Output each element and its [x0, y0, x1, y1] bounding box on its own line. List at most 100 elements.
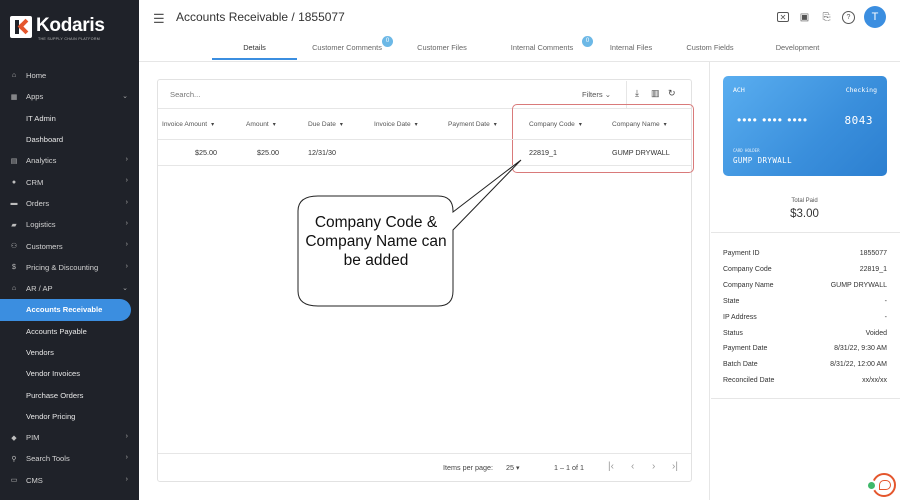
page-title: Accounts Receivable / 1855077 — [176, 10, 345, 24]
tab-customer-comments[interactable]: Customer Comments 0 — [297, 36, 397, 60]
tab-customer-files[interactable]: Customer Files — [397, 38, 487, 60]
hamburger-menu-icon[interactable]: ☰ — [153, 11, 165, 27]
sidebar-item-vendor-invoices[interactable]: Vendor Invoices — [0, 363, 139, 384]
sidebar-item-label: PIM — [26, 433, 40, 443]
first-page-icon[interactable]: |‹ — [608, 461, 614, 472]
items-per-page-select[interactable]: 25 ▾ — [506, 463, 520, 472]
column-header-label: Invoice Date — [374, 121, 411, 128]
column-header-due-date[interactable]: Due Date ▾ — [308, 121, 343, 128]
items-per-page-value: 25 — [506, 463, 514, 472]
sidebar-item-logistics[interactable]: ▰ Logistics › — [0, 214, 139, 235]
sidebar-item-pricing-discounting[interactable]: $ Pricing & Discounting › — [0, 257, 139, 278]
filters-button[interactable]: Filters ⌄ — [582, 90, 611, 99]
previous-page-icon[interactable]: ‹ — [631, 461, 634, 472]
columns-icon[interactable]: ▥ — [651, 88, 660, 99]
detail-value: - — [884, 297, 887, 305]
close-window-icon[interactable]: ✕ — [777, 12, 789, 22]
sidebar: Kodaris THE SUPPLY CHAIN PLATFORM ⌂ Home ▦… — [0, 0, 139, 500]
table-cell: $25.00 — [257, 148, 279, 157]
sidebar-item-label: Pricing & Discounting — [26, 262, 99, 272]
download-icon[interactable]: ⤓ — [635, 88, 639, 99]
sidebar-item-label: Dashboard — [26, 135, 64, 145]
detail-value: - — [884, 313, 887, 321]
tab-details[interactable]: Details — [212, 38, 297, 60]
detail-label: Payment ID — [723, 250, 760, 257]
tab-development[interactable]: Development — [755, 38, 840, 60]
tab-custom-fields[interactable]: Custom Fields — [665, 38, 755, 60]
sidebar-item-search-tools[interactable]: ⚲ Search Tools › — [0, 448, 139, 469]
count-badge: 0 — [382, 36, 393, 47]
chevron-right-icon: › — [125, 177, 128, 185]
sidebar-item-crm[interactable]: ● CRM › — [0, 171, 139, 192]
sidebar-item-it-admin[interactable]: IT Admin — [0, 108, 139, 129]
table-cell: 22819_1 — [529, 148, 557, 157]
sidebar-item-orders[interactable]: ▬ Orders › — [0, 193, 139, 214]
sidebar-item-label: Vendor Pricing — [26, 411, 76, 421]
sidebar-item-analytics[interactable]: ▤ Analytics › — [0, 150, 139, 171]
column-header-amount[interactable]: Amount ▾ — [246, 121, 276, 128]
tag-icon: ◆ — [11, 434, 17, 442]
analytics-icon: ▤ — [10, 157, 18, 165]
tab-internal-files[interactable]: Internal Files — [597, 38, 665, 60]
card-holder-label: CARD HOLDER — [733, 148, 760, 153]
detail-value: 8/31/22, 9:30 AM — [834, 345, 887, 353]
sidebar-item-pim[interactable]: ◆ PIM › — [0, 427, 139, 448]
sort-arrow-icon: ▾ — [272, 122, 276, 128]
last-page-icon[interactable]: ›| — [672, 461, 678, 472]
chevron-right-icon: › — [125, 262, 128, 270]
sidebar-item-label: Apps — [26, 92, 44, 102]
sidebar-item-apps[interactable]: ▦ Apps ⌄ — [0, 86, 139, 107]
sidebar-item-accounts-payable[interactable]: Accounts Payable — [0, 321, 139, 342]
avatar[interactable]: T — [864, 6, 886, 28]
column-header-company-name[interactable]: Company Name ▾ — [612, 121, 667, 128]
sort-arrow-icon: ▾ — [339, 122, 343, 128]
sort-arrow-icon: ▾ — [414, 122, 418, 128]
kodaris-logo[interactable]: Kodaris THE SUPPLY CHAIN PLATFORM — [10, 14, 134, 44]
detail-row-reconciled-date: Reconciled Date xx/xx/xx — [723, 377, 887, 384]
sidebar-item-dashboard[interactable]: Dashboard — [0, 129, 139, 150]
sidebar-item-vendors[interactable]: Vendors — [0, 342, 139, 363]
attachment-icon[interactable]: ⎘ — [820, 11, 833, 24]
online-status-dot — [866, 480, 877, 491]
column-header-invoice-amount[interactable]: Invoice Amount ▾ — [162, 121, 214, 128]
customers-icon: ⚇ — [10, 243, 18, 251]
detail-value: Voided — [865, 329, 887, 337]
column-header-payment-date[interactable]: Payment Date ▾ — [448, 121, 497, 128]
detail-row-status: Status Voided — [723, 330, 887, 337]
total-paid-label: Total Paid — [791, 198, 818, 204]
sort-arrow-icon: ▾ — [493, 122, 497, 128]
sidebar-item-customers[interactable]: ⚇ Customers › — [0, 235, 139, 256]
sidebar-item-home[interactable]: ⌂ Home — [0, 65, 139, 86]
column-header-label: Invoice Amount — [162, 121, 208, 128]
crm-icon: ● — [11, 178, 17, 186]
sidebar-item-ar-ap[interactable]: ⌂ AR / AP ⌄ — [0, 278, 139, 299]
archive-icon[interactable]: ▣ — [798, 11, 811, 24]
next-page-icon[interactable]: › — [652, 461, 655, 472]
card-last4: 8043 — [844, 114, 873, 127]
bank-icon: ⌂ — [11, 285, 17, 293]
column-header-company-code[interactable]: Company Code ▾ — [529, 121, 582, 128]
tab-label: Development — [775, 43, 820, 52]
card-masked-number: •••• •••• •••• — [737, 113, 809, 127]
refresh-icon[interactable]: ↻ — [668, 88, 676, 99]
detail-value: xx/xx/xx — [862, 377, 887, 385]
sidebar-item-cms[interactable]: ▭ CMS › — [0, 470, 139, 491]
cms-icon: ▭ — [10, 477, 18, 485]
detail-tabs: Details Customer Comments 0 Customer Files I… — [212, 36, 840, 60]
help-icon[interactable]: ? — [842, 10, 855, 24]
search-input[interactable]: Search... — [170, 90, 200, 99]
tab-internal-comments[interactable]: Internal Comments 0 — [487, 36, 597, 60]
tab-label: Details — [243, 43, 266, 52]
sidebar-item-accounts-receivable[interactable]: Accounts Receivable — [0, 299, 131, 321]
card-holder-name: GUMP DRYWALL — [733, 156, 792, 165]
column-header-invoice-date[interactable]: Invoice Date ▾ — [374, 121, 418, 128]
sidebar-item-label: Logistics — [26, 220, 56, 230]
sidebar-item-vendor-pricing[interactable]: Vendor Pricing — [0, 406, 139, 427]
chevron-right-icon: › — [125, 220, 128, 228]
tab-label: Custom Fields — [686, 43, 734, 52]
search-icon: ⚲ — [11, 455, 17, 463]
table-cell: $25.00 — [195, 148, 217, 157]
table-cell: 12/31/30 — [308, 148, 336, 157]
sidebar-item-purchase-orders[interactable]: Purchase Orders — [0, 384, 139, 405]
chevron-right-icon: › — [125, 198, 128, 206]
